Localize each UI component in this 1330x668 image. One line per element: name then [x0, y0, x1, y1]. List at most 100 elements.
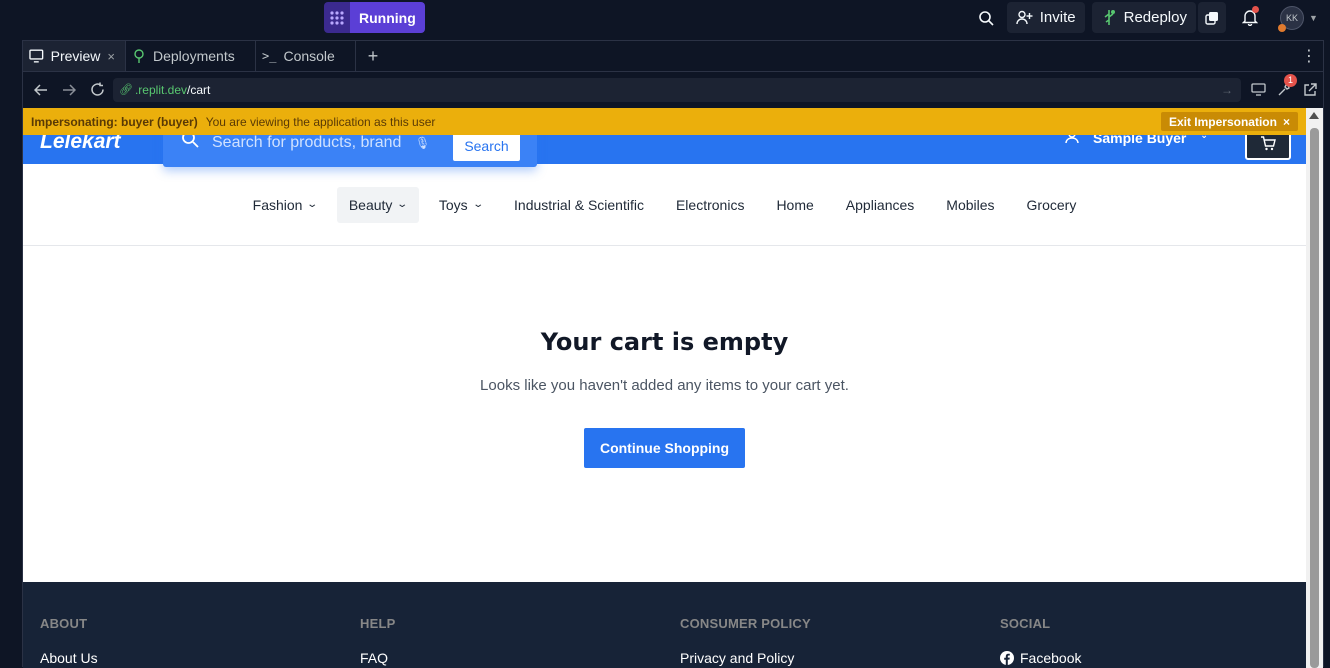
cart-icon — [1261, 136, 1276, 151]
forward-icon[interactable] — [55, 76, 83, 104]
footer-col-consumer-policy: CONSUMER POLICY Privacy and Policy — [680, 616, 811, 666]
category-label: Electronics — [675, 196, 745, 213]
more-options-icon[interactable]: ⋮ — [1295, 41, 1323, 71]
avatar-initials: KK — [1286, 12, 1299, 23]
footer-heading: CONSUMER POLICY — [680, 616, 811, 631]
devtools-wrench-icon[interactable]: 1 — [1273, 73, 1297, 102]
microphone-icon[interactable]: 🎙︎ — [415, 136, 430, 150]
run-control[interactable]: Running — [324, 2, 425, 33]
category-electronics[interactable]: Electronics — [664, 187, 756, 223]
footer-link-facebook[interactable]: Facebook — [1000, 650, 1081, 666]
add-user-icon — [1016, 10, 1033, 25]
close-icon: × — [1282, 114, 1290, 129]
category-label: Mobiles — [946, 196, 995, 213]
chevron-down-icon: ⌄ — [471, 199, 484, 210]
topbar-actions: Invite Redeploy KK ▼ — [966, 2, 1330, 33]
back-icon[interactable] — [27, 76, 55, 104]
exit-impersonation-button[interactable]: Exit Impersonation × — [1160, 112, 1298, 131]
category-label: Beauty — [348, 196, 393, 213]
invite-label: Invite — [1039, 9, 1076, 26]
footer-link[interactable]: About Us — [40, 650, 98, 666]
footer-link[interactable]: FAQ — [360, 650, 395, 666]
monitor-icon — [29, 49, 44, 63]
footer-col-help: HELP FAQ — [360, 616, 395, 666]
continue-shopping-button[interactable]: Continue Shopping — [583, 428, 746, 468]
category-label: Grocery — [1026, 196, 1077, 213]
run-grid-icon[interactable] — [324, 2, 350, 33]
tab-label: Deployments — [153, 48, 235, 64]
avatar: KK — [1278, 5, 1305, 32]
url-actions: 1 — [1247, 73, 1321, 102]
tab-deployments[interactable]: Deployments — [126, 41, 256, 71]
category-mobiles[interactable]: Mobiles — [934, 187, 1006, 223]
refresh-icon[interactable] — [83, 76, 111, 104]
terminal-icon: >_ — [262, 49, 277, 63]
search-button[interactable]: Search — [453, 131, 520, 161]
category-label: Fashion — [252, 196, 303, 213]
category-toys[interactable]: Toys ⌄ — [427, 187, 494, 223]
empty-cart: Your cart is empty Looks like you haven'… — [23, 328, 1306, 468]
run-button[interactable]: Running — [350, 2, 425, 33]
device-icon[interactable] — [1247, 78, 1269, 102]
left-rail — [0, 40, 20, 667]
category-grocery[interactable]: Grocery — [1015, 187, 1089, 223]
account-menu[interactable]: KK ▼ — [1276, 2, 1322, 33]
category-appliances[interactable]: Appliances — [834, 187, 927, 223]
search-input[interactable]: Search for products, brands — [212, 134, 402, 152]
chevron-down-icon: ⌄ — [396, 199, 409, 210]
site-viewport: Lelekart Search for products, brands 🎙︎ … — [23, 108, 1323, 668]
chevron-down-icon: ⌄ — [306, 199, 319, 210]
footer-link-label: Facebook — [1020, 650, 1082, 666]
url-path: /cart — [187, 82, 211, 97]
tab-console[interactable]: >_ Console — [256, 41, 356, 71]
category-label: Home — [776, 196, 814, 213]
workspace-topbar: Running Invite Redeploy KK ▼ — [0, 0, 1330, 36]
category-industrial-scientific[interactable]: Industrial & Scientific — [502, 187, 656, 223]
empty-cart-message: Looks like you haven't added any items t… — [480, 377, 849, 394]
footer-heading: SOCIAL — [1000, 616, 1051, 631]
close-icon[interactable]: × — [107, 49, 115, 64]
footer-link[interactable]: Privacy and Policy — [680, 650, 811, 666]
tab-label: Preview — [50, 48, 101, 64]
deploy-icon — [134, 48, 144, 63]
pane-tabs: Preview × Deployments >_ Console + ⋮ — [23, 41, 1323, 72]
copy-icon[interactable] — [1198, 2, 1226, 33]
category-fashion[interactable]: Fashion ⌄ — [241, 187, 329, 223]
site-footer: ABOUT About Us HELP FAQ CONSUMER POLICY … — [23, 582, 1306, 668]
category-label: Industrial & Scientific — [514, 196, 644, 213]
url-domain: .replit.dev — [134, 82, 187, 97]
chevron-down-icon: ▼ — [1309, 12, 1318, 23]
preview-pane: Preview × Deployments >_ Console + ⋮ 🔗︎ … — [22, 40, 1324, 668]
footer-col-social: SOCIAL Facebook — [1000, 616, 1081, 666]
footer-col-about: ABOUT About Us — [40, 616, 98, 666]
impersonation-label: Impersonating: buyer (buyer) — [31, 114, 198, 129]
category-label: Appliances — [845, 196, 915, 213]
tab-preview[interactable]: Preview × — [23, 41, 126, 71]
scrollbar[interactable] — [1306, 108, 1323, 668]
facebook-icon — [1000, 651, 1014, 665]
scrollbar-thumb[interactable] — [1310, 128, 1319, 668]
category-beauty[interactable]: Beauty ⌄ — [336, 186, 419, 223]
category-home[interactable]: Home — [764, 187, 825, 223]
search-icon[interactable] — [972, 2, 1000, 33]
impersonation-message: You are viewing the application as this … — [205, 114, 436, 129]
avatar-status-dot — [1278, 23, 1287, 32]
add-tab-button[interactable]: + — [356, 41, 390, 71]
url-input[interactable]: 🔗︎ .replit.dev/cart → — [113, 77, 1241, 102]
footer-heading: ABOUT — [40, 616, 88, 631]
category-label: Toys — [438, 196, 468, 213]
link-icon: 🔗︎ — [119, 84, 133, 96]
redeploy-button[interactable]: Redeploy — [1091, 2, 1196, 33]
go-icon[interactable]: → — [1221, 83, 1233, 97]
scroll-up-arrow[interactable] — [1309, 112, 1319, 119]
url-bar: 🔗︎ .replit.dev/cart → 1 — [23, 72, 1323, 107]
category-nav: Fashion ⌄ Beauty ⌄ Toys ⌄ Industrial & Scie… — [23, 164, 1306, 246]
empty-cart-title: Your cart is empty — [540, 328, 789, 356]
open-new-tab-icon[interactable] — [1299, 78, 1321, 102]
bell-icon[interactable] — [1236, 2, 1264, 33]
footer-heading: HELP — [360, 616, 396, 631]
exit-impersonation-label: Exit Impersonation — [1168, 114, 1277, 129]
invite-button[interactable]: Invite — [1006, 2, 1085, 33]
impersonation-banner: Impersonating: buyer (buyer) You are vie… — [23, 108, 1306, 135]
notification-dot — [1252, 6, 1259, 13]
